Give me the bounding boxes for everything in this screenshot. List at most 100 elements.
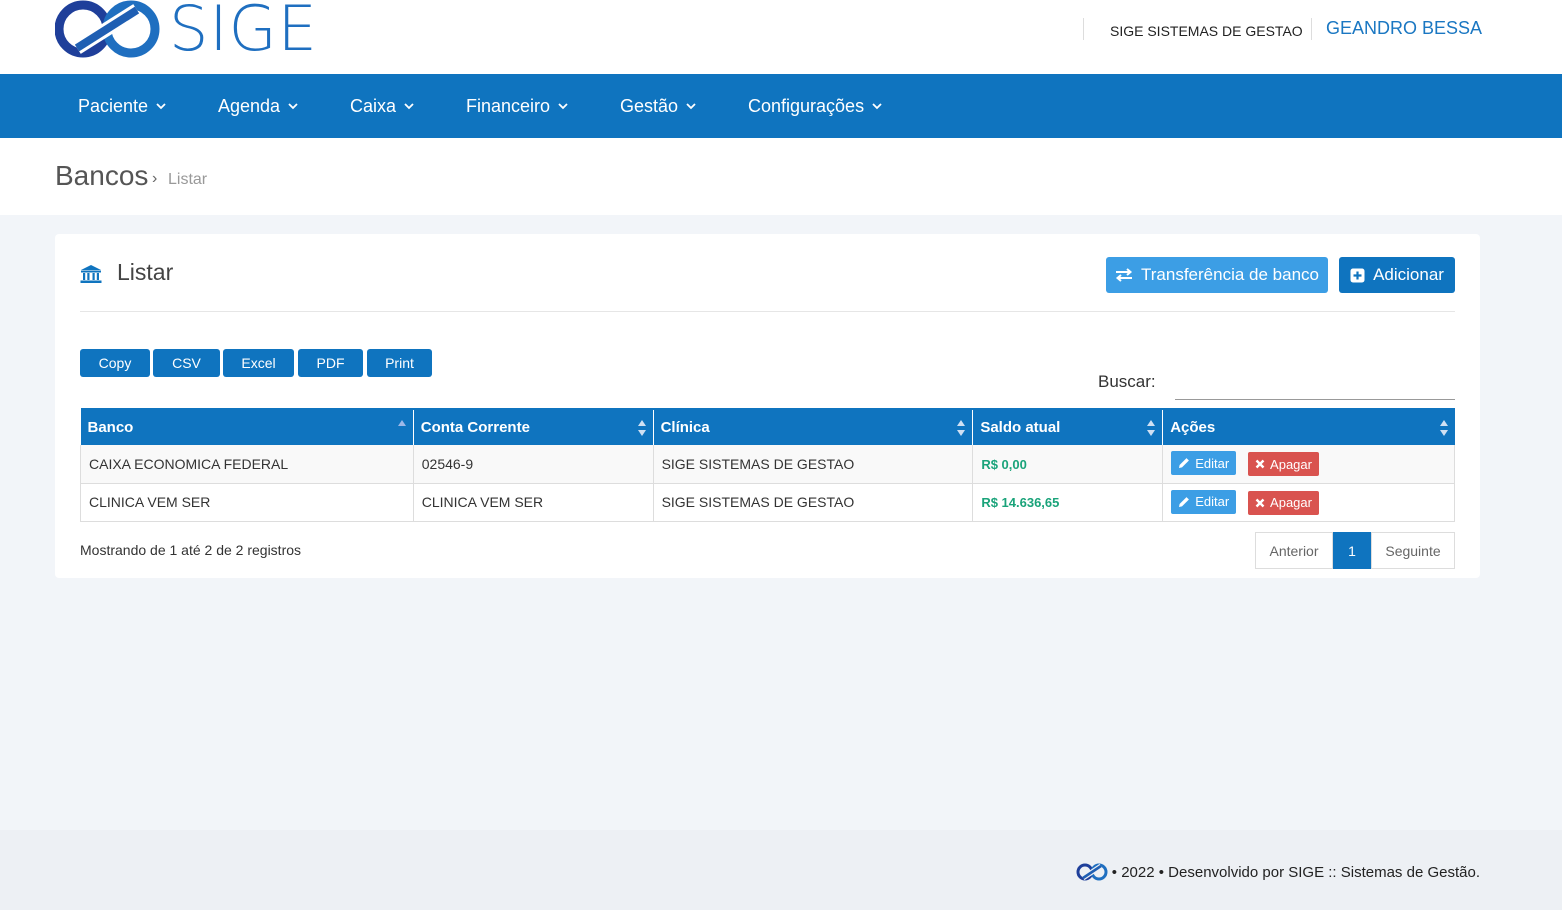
saldo-value: R$ 14.636,65 <box>981 495 1060 510</box>
sort-icon <box>637 420 646 436</box>
chevron-down-icon <box>288 103 298 110</box>
nav-configuracoes[interactable]: Configurações <box>748 74 882 138</box>
col-header-acoes[interactable]: Ações <box>1162 408 1455 445</box>
col-label: Saldo atual <box>980 419 1061 436</box>
top-header: SIGE SIGE SISTEMAS DE GESTAO GEANDRO BES… <box>0 0 1562 74</box>
nav-label: Financeiro <box>466 96 551 116</box>
page-title: Bancos <box>55 160 149 191</box>
panel-divider <box>80 311 1455 312</box>
cell-clinica: SIGE SISTEMAS DE GESTAO <box>652 483 973 522</box>
col-header-clinica[interactable]: Clínica <box>652 408 973 445</box>
edit-button[interactable]: Editar <box>1171 451 1237 476</box>
table-info: Mostrando de 1 até 2 de 2 registros <box>80 542 302 558</box>
nav-paciente[interactable]: Paciente <box>78 74 166 138</box>
search-input[interactable] <box>1175 366 1455 400</box>
nav-caixa[interactable]: Caixa <box>350 74 414 138</box>
page-1-button[interactable]: 1 <box>1333 532 1371 569</box>
logo-infinity-icon <box>55 0 160 58</box>
nav-financeiro[interactable]: Financeiro <box>466 74 568 138</box>
sort-asc-icon <box>397 420 406 426</box>
col-label: Clínica <box>660 419 710 436</box>
col-label: Ações <box>1170 419 1216 436</box>
chevron-down-icon <box>686 103 696 110</box>
prev-page-button[interactable]: Anterior <box>1255 532 1333 569</box>
pdf-button[interactable]: PDF <box>298 349 363 377</box>
breadcrumb <box>0 138 1562 215</box>
close-icon <box>1255 459 1265 469</box>
footer-credits: • 2022 • Desenvolvido por SIGE :: Sistem… <box>1076 862 1480 882</box>
chevron-down-icon <box>404 103 414 110</box>
edit-label: Editar <box>1195 494 1230 509</box>
delete-button[interactable]: Apagar <box>1248 490 1319 515</box>
table-row: CLINICA VEM SER CLINICA VEM SER SIGE SIS… <box>80 483 1455 522</box>
pencil-icon <box>1179 496 1190 507</box>
footer-text: • 2022 • Desenvolvido por SIGE :: Sistem… <box>1111 863 1480 881</box>
edit-button[interactable]: Editar <box>1171 489 1237 514</box>
breadcrumb-current: Listar <box>168 171 208 188</box>
nav-agenda[interactable]: Agenda <box>218 74 298 138</box>
nav-label: Agenda <box>218 96 281 116</box>
sige-logo[interactable]: SIGE <box>55 0 318 62</box>
delete-label: Apagar <box>1270 456 1312 472</box>
next-page-button[interactable]: Seguinte <box>1371 532 1455 569</box>
header-divider <box>1083 18 1084 40</box>
panel-title: Listar <box>117 259 174 285</box>
plus-square-icon <box>1350 268 1365 282</box>
cell-saldo: R$ 0,00 <box>972 445 1163 484</box>
excel-button[interactable]: Excel <box>223 349 294 377</box>
col-header-banco[interactable]: Banco <box>80 408 414 445</box>
footer: • 2022 • Desenvolvido por SIGE :: Sistem… <box>0 830 1562 910</box>
user-menu[interactable]: GEANDRO BESSA <box>1326 18 1482 39</box>
cell-banco: CAIXA ECONOMICA FEDERAL <box>80 445 414 484</box>
csv-button[interactable]: CSV <box>153 349 220 377</box>
list-panel: Listar Transferência de banco Adicionar … <box>55 234 1480 578</box>
add-label: Adicionar <box>1373 265 1444 284</box>
col-label: Banco <box>87 419 134 436</box>
pagination: Anterior 1 Seguinte <box>1255 532 1455 569</box>
banks-table: Banco Conta Corrente Clínica Saldo atual… <box>80 408 1455 522</box>
delete-button[interactable]: Apagar <box>1248 452 1319 477</box>
chevron-down-icon <box>156 103 166 110</box>
cell-acoes: Editar Apagar <box>1162 483 1455 522</box>
nav-label: Caixa <box>350 96 397 116</box>
print-button[interactable]: Print <box>367 349 432 377</box>
bank-icon <box>80 265 102 283</box>
nav-label: Configurações <box>748 96 865 116</box>
close-icon <box>1255 498 1265 507</box>
cell-conta: CLINICA VEM SER <box>412 483 654 522</box>
table-header-row: Banco Conta Corrente Clínica Saldo atual… <box>80 408 1455 445</box>
cell-acoes: Editar Apagar <box>1162 445 1455 484</box>
col-label: Conta Corrente <box>420 419 530 436</box>
cell-banco: CLINICA VEM SER <box>80 483 414 522</box>
main-navbar: Paciente Agenda Caixa Financeiro Gestão … <box>0 74 1562 138</box>
company-name[interactable]: SIGE SISTEMAS DE GESTAO <box>1110 23 1303 39</box>
sort-icon <box>957 420 966 436</box>
saldo-value: R$ 0,00 <box>981 456 1027 472</box>
search-label: Buscar: <box>1098 372 1156 391</box>
add-button[interactable]: Adicionar <box>1339 257 1455 293</box>
copy-button[interactable]: Copy <box>80 349 150 377</box>
cell-conta: 02546-9 <box>412 445 654 484</box>
transfer-bank-button[interactable]: Transferência de banco <box>1106 257 1328 293</box>
edit-label: Editar <box>1195 455 1230 471</box>
sort-icon <box>1147 420 1156 436</box>
delete-label: Apagar <box>1270 495 1312 510</box>
col-header-saldo[interactable]: Saldo atual <box>972 408 1163 445</box>
transfer-label: Transferência de banco <box>1141 265 1319 284</box>
col-header-conta[interactable]: Conta Corrente <box>412 408 654 445</box>
sort-icon <box>1439 420 1448 436</box>
table-row: CAIXA ECONOMICA FEDERAL 02546-9 SIGE SIS… <box>80 445 1455 484</box>
nav-gestao[interactable]: Gestão <box>620 74 696 138</box>
nav-label: Paciente <box>78 96 149 116</box>
exchange-icon <box>1115 268 1133 282</box>
chevron-down-icon <box>558 103 568 110</box>
pencil-icon <box>1179 458 1190 469</box>
cell-clinica: SIGE SISTEMAS DE GESTAO <box>652 445 973 484</box>
nav-label: Gestão <box>620 96 679 116</box>
header-divider <box>1311 18 1312 40</box>
chevron-down-icon <box>872 103 882 110</box>
breadcrumb-separator: › <box>152 170 158 187</box>
sige-small-logo-icon <box>1076 863 1108 881</box>
logo-wordmark: SIGE <box>169 0 318 65</box>
cell-saldo: R$ 14.636,65 <box>972 483 1163 522</box>
